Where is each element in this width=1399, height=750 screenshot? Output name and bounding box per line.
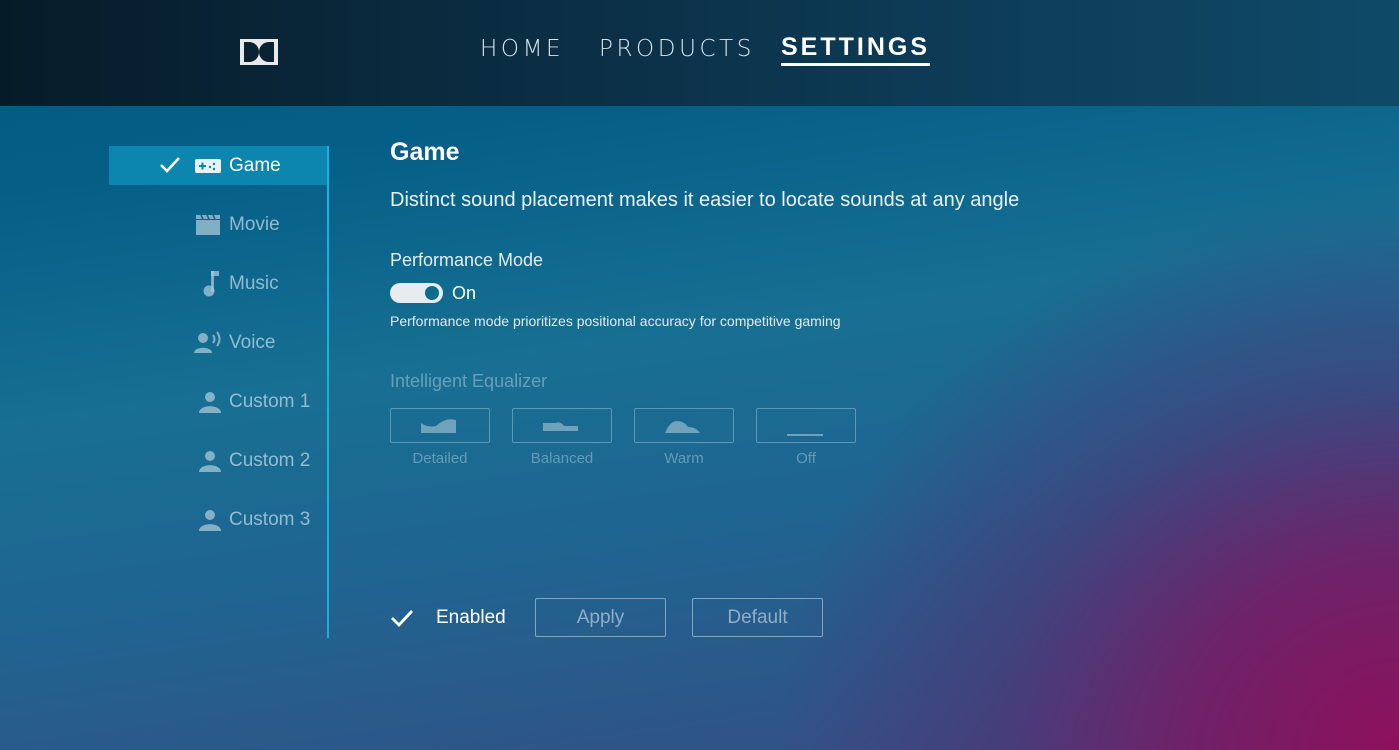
sidebar-item-music[interactable]: Music (109, 264, 327, 303)
sidebar-item-custom-3[interactable]: Custom 3 (109, 500, 327, 539)
sidebar-item-label: Voice (229, 332, 276, 353)
user-icon (196, 507, 224, 533)
sidebar-item-custom-2[interactable]: Custom 2 (109, 441, 327, 480)
eq-warm-icon (665, 421, 700, 433)
dolby-logo-icon[interactable] (240, 39, 278, 65)
profile-description: Distinct sound placement makes it easier… (390, 189, 1020, 211)
gamepad-icon (194, 153, 222, 179)
eq-off-button[interactable] (756, 408, 856, 443)
performance-mode-help: Performance mode prioritizes positional … (390, 313, 841, 329)
sidebar-item-voice[interactable]: Voice (109, 323, 327, 362)
sidebar-item-label: Custom 3 (229, 509, 311, 530)
performance-mode-toggle[interactable] (390, 283, 443, 303)
enabled-label: Enabled (436, 607, 506, 628)
eq-warm-caption: Warm (664, 450, 704, 467)
sidebar-item-game[interactable]: Game (109, 146, 327, 185)
music-note-icon (197, 271, 225, 297)
eq-detailed-caption: Detailed (412, 450, 468, 467)
sidebar-item-movie[interactable]: Movie (109, 205, 327, 244)
clapperboard-icon (194, 212, 222, 238)
eq-off-caption: Off (796, 450, 816, 467)
eq-balanced-icon (543, 422, 578, 431)
sidebar-item-label: Game (229, 155, 281, 176)
performance-mode-label: Performance Mode (390, 250, 544, 270)
sidebar-item-label: Custom 2 (229, 450, 311, 471)
apply-button[interactable]: Apply (535, 598, 666, 637)
profile-sidebar: Game Movie Music Voice Custom 1 Custom 2… (109, 146, 330, 638)
sidebar-rail (327, 146, 329, 638)
nav-products[interactable]: PRODUCTS (599, 36, 755, 62)
top-header: HOME PRODUCTS SETTINGS (0, 0, 1399, 106)
sidebar-item-label: Custom 1 (229, 391, 311, 412)
eq-detailed-button[interactable] (390, 408, 490, 443)
performance-mode-state: On (452, 283, 477, 303)
sidebar-item-label: Music (229, 273, 279, 294)
eq-detailed-icon (421, 419, 456, 433)
user-icon (196, 389, 224, 415)
nav-home[interactable]: HOME (480, 36, 564, 62)
toggle-knob (425, 286, 439, 300)
sidebar-item-custom-1[interactable]: Custom 1 (109, 382, 327, 421)
eq-warm-button[interactable] (634, 408, 734, 443)
eq-off-icon (787, 434, 823, 436)
default-button[interactable]: Default (692, 598, 823, 637)
enabled-checkbox[interactable] (390, 608, 414, 628)
checkmark-icon (160, 157, 180, 173)
profile-title: Game (390, 138, 460, 166)
user-icon (196, 448, 224, 474)
sidebar-item-label: Movie (229, 214, 280, 235)
eq-balanced-button[interactable] (512, 408, 612, 443)
equalizer-label: Intelligent Equalizer (390, 371, 548, 391)
nav-settings[interactable]: SETTINGS (781, 33, 931, 66)
eq-balanced-caption: Balanced (530, 450, 594, 467)
voice-speaker-icon (194, 330, 222, 356)
